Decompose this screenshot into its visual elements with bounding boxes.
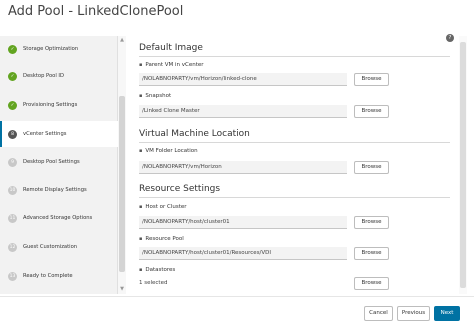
required-marker-icon: ▪ (139, 267, 143, 273)
dialog-title: Add Pool - LinkedClonePool (8, 4, 184, 19)
sidebar-scroll-thumb[interactable] (119, 96, 125, 272)
step-label: Ready to Complete (23, 273, 73, 279)
datastores-browse-button[interactable]: Browse (354, 277, 389, 290)
label-text: Host or Cluster (145, 204, 187, 210)
step-label: Desktop Pool ID (23, 73, 64, 79)
datastores-label: ▪ Datastores (139, 267, 175, 273)
required-marker-icon: ▪ (139, 148, 143, 154)
snapshot-field[interactable]: /Linked Clone Master (139, 105, 347, 118)
checkmark-icon: ✓ (8, 44, 17, 54)
label-text: Parent VM in vCenter (145, 62, 204, 68)
resource-pool-browse-button[interactable]: Browse (354, 247, 389, 260)
vm-folder-browse-button[interactable]: Browse (354, 161, 389, 174)
snapshot-browse-button[interactable]: Browse (354, 105, 389, 118)
step-desktop-pool-id[interactable]: ✓ Desktop Pool ID (0, 63, 118, 89)
title-bar: Add Pool - LinkedClonePool (0, 0, 474, 28)
host-cluster-browse-button[interactable]: Browse (354, 216, 389, 229)
wizard-steps: ✓ Storage Optimization ✓ Desktop Pool ID… (0, 36, 118, 294)
resource-pool-label: ▪ Resource Pool (139, 236, 184, 242)
checkmark-icon: ✓ (8, 100, 17, 110)
required-marker-icon: ▪ (139, 93, 143, 99)
label-text: Resource Pool (145, 236, 184, 242)
section-title-default-image: Default Image (139, 43, 203, 53)
vcenter-settings-panel: ? Default Image ▪ Parent VM in vCenter /… (128, 30, 474, 294)
cancel-button[interactable]: Cancel (364, 306, 393, 321)
help-icon[interactable]: ? (446, 34, 454, 42)
host-cluster-label: ▪ Host or Cluster (139, 204, 187, 210)
content-scrollbar[interactable] (459, 36, 467, 294)
host-cluster-field[interactable]: /NOLABNOPARTY/host/cluster01 (139, 216, 347, 229)
parent-vm-field[interactable]: /NOLABNOPARTY/vm/Horizon/linked-clone (139, 73, 347, 86)
parent-vm-browse-button[interactable]: Browse (354, 73, 389, 86)
divider (139, 142, 450, 143)
step-label: vCenter Settings (23, 131, 67, 137)
section-title-vm-location: Virtual Machine Location (139, 129, 250, 139)
checkmark-icon: ✓ (8, 71, 17, 81)
step-label: Guest Customization (23, 244, 78, 250)
sidebar-scrollbar[interactable]: ▲ ▼ (118, 36, 126, 294)
divider (139, 56, 450, 57)
datastores-value: 1 selected (139, 280, 168, 286)
step-desktop-pool-settings[interactable]: 9 Desktop Pool Settings (0, 149, 118, 175)
section-title-resource-settings: Resource Settings (139, 184, 221, 194)
label-text: Snapshot (145, 93, 172, 99)
step-vcenter-settings[interactable]: 8 vCenter Settings (0, 121, 118, 147)
step-label: Desktop Pool Settings (23, 159, 80, 165)
step-label: Advanced Storage Options (23, 215, 93, 221)
step-guest-customization[interactable]: 12 Guest Customization (0, 234, 118, 260)
step-number: 10 (8, 185, 17, 195)
required-marker-icon: ▪ (139, 62, 143, 68)
snapshot-label: ▪ Snapshot (139, 93, 171, 99)
content-scroll-thumb[interactable] (460, 42, 466, 288)
divider (139, 197, 450, 198)
step-provisioning-settings[interactable]: ✓ Provisioning Settings (0, 92, 118, 118)
previous-button[interactable]: Previous (397, 306, 430, 321)
required-marker-icon: ▪ (139, 204, 143, 210)
step-number: 13 (8, 271, 17, 281)
scroll-up-icon[interactable]: ▲ (119, 37, 125, 43)
step-label: Provisioning Settings (23, 102, 78, 108)
step-advanced-storage-options[interactable]: 11 Advanced Storage Options (0, 205, 118, 231)
step-ready-to-complete[interactable]: 13 Ready to Complete (0, 263, 118, 289)
next-button[interactable]: Next (434, 306, 460, 321)
resource-pool-field[interactable]: /NOLABNOPARTY/host/cluster01/Resources/V… (139, 247, 347, 260)
step-remote-display-settings[interactable]: 10 Remote Display Settings (0, 177, 118, 203)
label-text: Datastores (145, 267, 176, 273)
parent-vm-label: ▪ Parent VM in vCenter (139, 62, 204, 68)
vm-folder-label: ▪ VM Folder Location (139, 148, 198, 154)
step-number: 9 (8, 157, 17, 167)
step-storage-optimization[interactable]: ✓ Storage Optimization (0, 36, 118, 62)
step-number: 11 (8, 213, 17, 223)
vm-folder-field[interactable]: /NOLABNOPARTY/vm/Horizon (139, 161, 347, 174)
required-marker-icon: ▪ (139, 236, 143, 242)
step-number: 12 (8, 242, 17, 252)
step-number: 8 (8, 129, 17, 139)
label-text: VM Folder Location (145, 148, 198, 154)
step-label: Remote Display Settings (23, 187, 87, 193)
step-label: Storage Optimization (23, 46, 79, 52)
scroll-down-icon[interactable]: ▼ (119, 286, 125, 292)
wizard-footer: Cancel Previous Next (0, 296, 474, 329)
